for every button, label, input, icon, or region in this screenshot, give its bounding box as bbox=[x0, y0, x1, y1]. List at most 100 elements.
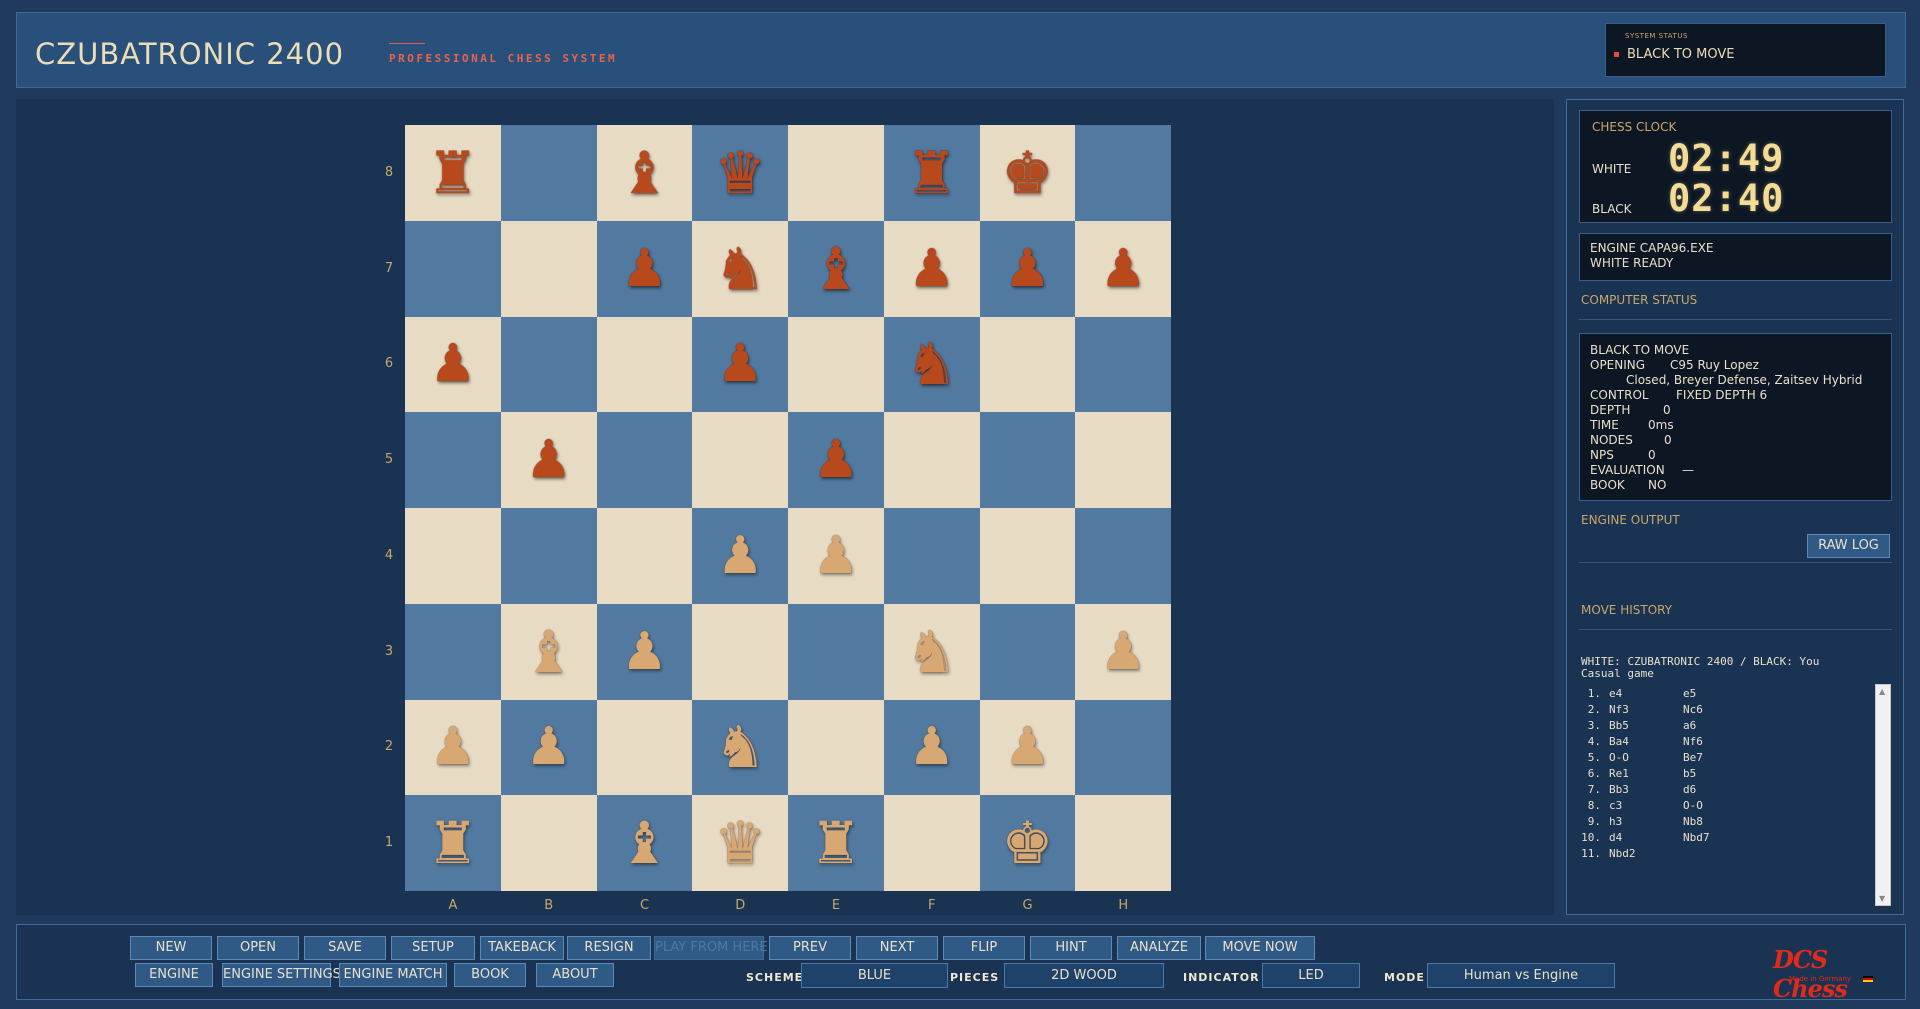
play-from-here-button[interactable]: PLAY FROM HERE bbox=[654, 936, 768, 960]
square-g6[interactable] bbox=[979, 316, 1076, 413]
move-row[interactable]: 6. Re1 b5 bbox=[1579, 766, 1881, 782]
square-g8[interactable]: ♚ bbox=[979, 125, 1076, 221]
square-e2[interactable] bbox=[788, 699, 884, 796]
square-h8[interactable] bbox=[1075, 125, 1171, 221]
square-f7[interactable]: ♟ bbox=[883, 220, 980, 317]
square-d8[interactable]: ♛ bbox=[692, 125, 788, 221]
square-c4[interactable] bbox=[596, 508, 693, 604]
white-pawn-icon[interactable]: ♟ bbox=[621, 626, 668, 678]
move-list-scrollbar[interactable]: ▲ ▼ bbox=[1875, 684, 1891, 906]
square-g5[interactable] bbox=[979, 412, 1076, 508]
black-pawn-icon[interactable]: ♟ bbox=[525, 434, 572, 486]
open-button[interactable]: OPEN bbox=[217, 936, 299, 960]
square-h1[interactable] bbox=[1075, 795, 1171, 891]
square-c8[interactable]: ♝ bbox=[596, 125, 693, 221]
white-queen-icon[interactable]: ♛ bbox=[714, 814, 766, 872]
black-pawn-icon[interactable]: ♟ bbox=[1004, 243, 1051, 295]
next-button[interactable]: NEXT bbox=[856, 936, 938, 960]
move-row[interactable]: 9. h3 Nb8 bbox=[1579, 814, 1881, 830]
white-pawn-icon[interactable]: ♟ bbox=[1100, 626, 1147, 678]
move-row[interactable]: 2. Nf3 Nc6 bbox=[1579, 702, 1881, 718]
square-d3[interactable] bbox=[692, 603, 788, 700]
square-a7[interactable] bbox=[405, 220, 501, 317]
square-g2[interactable]: ♟ bbox=[979, 699, 1076, 796]
flip-button[interactable]: FLIP bbox=[943, 936, 1025, 960]
square-g4[interactable] bbox=[979, 508, 1076, 604]
square-a4[interactable] bbox=[405, 508, 501, 604]
square-e6[interactable] bbox=[788, 316, 884, 413]
square-f2[interactable]: ♟ bbox=[883, 699, 980, 796]
square-h2[interactable] bbox=[1075, 699, 1171, 796]
square-a5[interactable] bbox=[405, 412, 501, 508]
move-row[interactable]: 5. O-O Be7 bbox=[1579, 750, 1881, 766]
square-d2[interactable]: ♞ bbox=[692, 699, 788, 796]
white-king-icon[interactable]: ♚ bbox=[1001, 814, 1053, 872]
white-pawn-icon[interactable]: ♟ bbox=[430, 721, 477, 773]
white-rook-icon[interactable]: ♜ bbox=[810, 814, 862, 872]
move-row[interactable]: 1. e4 e5 bbox=[1579, 686, 1881, 702]
white-knight-icon[interactable]: ♞ bbox=[714, 718, 766, 776]
mode-select[interactable]: Human vs Engine bbox=[1427, 963, 1615, 988]
black-bishop-icon[interactable]: ♝ bbox=[810, 240, 862, 298]
square-h4[interactable] bbox=[1075, 508, 1171, 604]
black-pawn-icon[interactable]: ♟ bbox=[1100, 243, 1147, 295]
black-pawn-icon[interactable]: ♟ bbox=[908, 243, 955, 295]
square-b5[interactable]: ♟ bbox=[500, 412, 597, 508]
white-pawn-icon[interactable]: ♟ bbox=[1004, 721, 1051, 773]
square-e5[interactable]: ♟ bbox=[788, 412, 884, 508]
black-rook-icon[interactable]: ♜ bbox=[427, 144, 479, 202]
square-d7[interactable]: ♞ bbox=[692, 220, 788, 317]
square-e7[interactable]: ♝ bbox=[788, 220, 884, 317]
square-b6[interactable] bbox=[500, 316, 597, 413]
move-row[interactable]: 8. c3 O-O bbox=[1579, 798, 1881, 814]
square-b1[interactable] bbox=[500, 795, 597, 891]
square-h3[interactable]: ♟ bbox=[1075, 603, 1171, 700]
scroll-down-icon[interactable]: ▼ bbox=[1879, 894, 1885, 903]
move-row[interactable]: 11. Nbd2 bbox=[1579, 846, 1881, 862]
pieces-select[interactable]: 2D WOOD bbox=[1004, 963, 1164, 988]
square-c3[interactable]: ♟ bbox=[596, 603, 693, 700]
white-pawn-icon[interactable]: ♟ bbox=[717, 530, 764, 582]
square-b3[interactable]: ♝ bbox=[500, 603, 597, 700]
square-c6[interactable] bbox=[596, 316, 693, 413]
black-pawn-icon[interactable]: ♟ bbox=[430, 338, 477, 390]
black-queen-icon[interactable]: ♛ bbox=[714, 144, 766, 202]
square-b2[interactable]: ♟ bbox=[500, 699, 597, 796]
scroll-up-icon[interactable]: ▲ bbox=[1879, 687, 1885, 696]
black-pawn-icon[interactable]: ♟ bbox=[621, 243, 668, 295]
square-c2[interactable] bbox=[596, 699, 693, 796]
square-f4[interactable] bbox=[883, 508, 980, 604]
move-row[interactable]: 7. Bb3 d6 bbox=[1579, 782, 1881, 798]
move-row[interactable]: 3. Bb5 a6 bbox=[1579, 718, 1881, 734]
square-d6[interactable]: ♟ bbox=[692, 316, 788, 413]
square-a1[interactable]: ♜ bbox=[405, 795, 501, 891]
black-rook-icon[interactable]: ♜ bbox=[906, 144, 958, 202]
black-bishop-icon[interactable]: ♝ bbox=[618, 144, 670, 202]
square-b4[interactable] bbox=[500, 508, 597, 604]
square-f3[interactable]: ♞ bbox=[883, 603, 980, 700]
analyze-button[interactable]: ANALYZE bbox=[1117, 936, 1201, 960]
square-h7[interactable]: ♟ bbox=[1075, 220, 1171, 317]
prev-button[interactable]: PREV bbox=[769, 936, 851, 960]
square-f6[interactable]: ♞ bbox=[883, 316, 980, 413]
new-button[interactable]: NEW bbox=[130, 936, 212, 960]
square-d4[interactable]: ♟ bbox=[692, 508, 788, 604]
square-b8[interactable] bbox=[500, 125, 597, 221]
move-list[interactable]: 1. e4 e5 2. Nf3 Nc6 3. Bb5 a6 4. Ba4 Nf6 5. O-O Be7 6. R… bbox=[1579, 686, 1881, 906]
takeback-button[interactable]: TAKEBACK bbox=[480, 936, 564, 960]
square-d5[interactable] bbox=[692, 412, 788, 508]
hint-button[interactable]: HINT bbox=[1030, 936, 1112, 960]
square-h6[interactable] bbox=[1075, 316, 1171, 413]
square-e1[interactable]: ♜ bbox=[788, 795, 884, 891]
square-b7[interactable] bbox=[500, 220, 597, 317]
black-knight-icon[interactable]: ♞ bbox=[714, 240, 766, 298]
white-pawn-icon[interactable]: ♟ bbox=[525, 721, 572, 773]
square-c5[interactable] bbox=[596, 412, 693, 508]
scheme-select[interactable]: BLUE bbox=[801, 963, 948, 988]
square-a2[interactable]: ♟ bbox=[405, 699, 501, 796]
white-rook-icon[interactable]: ♜ bbox=[427, 814, 479, 872]
engine-button[interactable]: ENGINE bbox=[135, 963, 213, 987]
square-e3[interactable] bbox=[788, 603, 884, 700]
save-button[interactable]: SAVE bbox=[304, 936, 386, 960]
move-now-button[interactable]: MOVE NOW bbox=[1205, 936, 1315, 960]
